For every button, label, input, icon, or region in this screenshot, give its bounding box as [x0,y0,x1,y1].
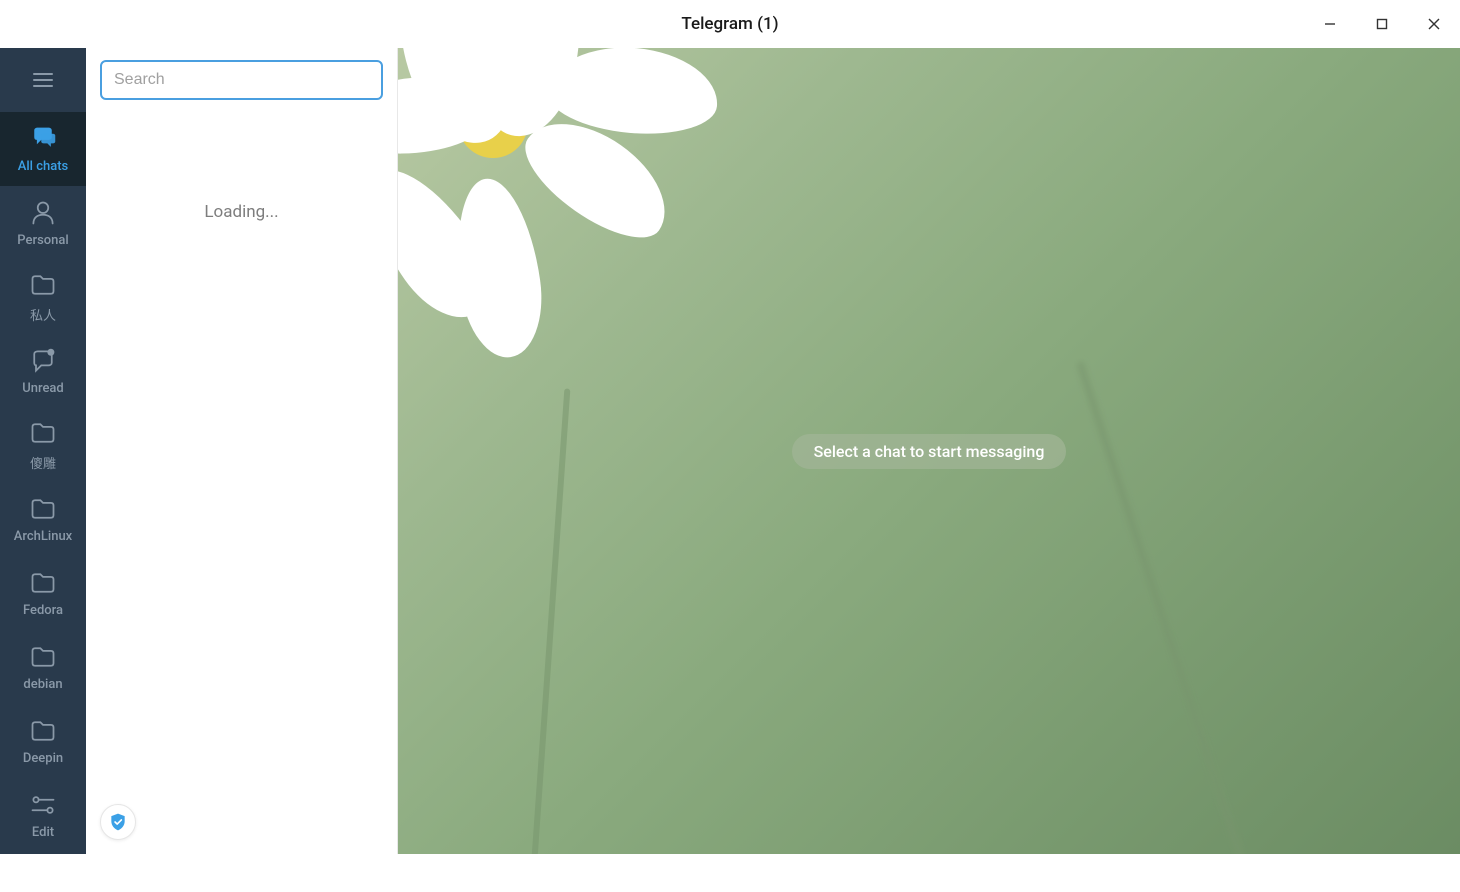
folder-sidebar: All chats Personal 私人 [0,48,86,854]
shield-check-icon [108,812,128,832]
folder-icon [29,717,57,745]
folder-icon [29,495,57,523]
sidebar-item-label: debian [23,677,62,692]
close-icon [1428,18,1440,30]
app-window: Telegram (1) All chats [0,0,1460,892]
sidebar-item-label: 傻雕 [30,453,56,472]
sidebar-item-private[interactable]: 私人 [0,260,86,334]
chat-list-panel: Loading... [86,48,398,854]
maximize-button[interactable] [1356,0,1408,48]
loading-text: Loading... [86,202,397,222]
sidebar-item-edit[interactable]: Edit [0,778,86,852]
window-title: Telegram (1) [681,14,778,34]
sidebar-item-label: Unread [22,381,64,396]
sidebar-item-debian[interactable]: debian [0,630,86,704]
sidebar-item-all-chats[interactable]: All chats [0,112,86,186]
sidebar-item-label: ArchLinux [14,529,72,544]
sidebar-item-unread[interactable]: Unread [0,334,86,408]
sidebar-item-label: Deepin [23,751,63,766]
titlebar-controls [1304,0,1460,48]
folder-icon [29,271,57,299]
folder-icon [29,643,57,671]
folder-icon [29,419,57,447]
search-input[interactable] [100,60,383,100]
minimize-icon [1324,18,1336,30]
person-icon [29,199,57,227]
folder-icon [29,569,57,597]
sidebar-item-personal[interactable]: Personal [0,186,86,260]
sidebar-item-archlinux[interactable]: ArchLinux [0,482,86,556]
close-button[interactable] [1408,0,1460,48]
sidebar-item-deepin[interactable]: Deepin [0,704,86,778]
titlebar: Telegram (1) [0,0,1460,48]
empty-state-prompt: Select a chat to start messaging [792,434,1067,469]
bottom-padding [0,854,1460,892]
sidebar-item-label: Personal [17,233,68,248]
minimize-button[interactable] [1304,0,1356,48]
content-row: All chats Personal 私人 [0,48,1460,854]
edit-icon [29,791,57,819]
sidebar-item-label: Fedora [23,603,63,618]
sidebar-item-label: 私人 [30,305,56,324]
search-wrap [86,48,397,112]
sidebar-item-label: Edit [32,825,54,840]
chats-icon [29,125,57,153]
maximize-icon [1376,18,1388,30]
verified-badge[interactable] [100,804,136,840]
sidebar-item-shadiao[interactable]: 傻雕 [0,408,86,482]
hamburger-icon [31,68,55,92]
unread-icon [29,347,57,375]
sidebar-item-label: All chats [18,159,69,174]
menu-button[interactable] [0,48,86,112]
chat-area: Select a chat to start messaging [398,48,1460,854]
sidebar-item-fedora[interactable]: Fedora [0,556,86,630]
